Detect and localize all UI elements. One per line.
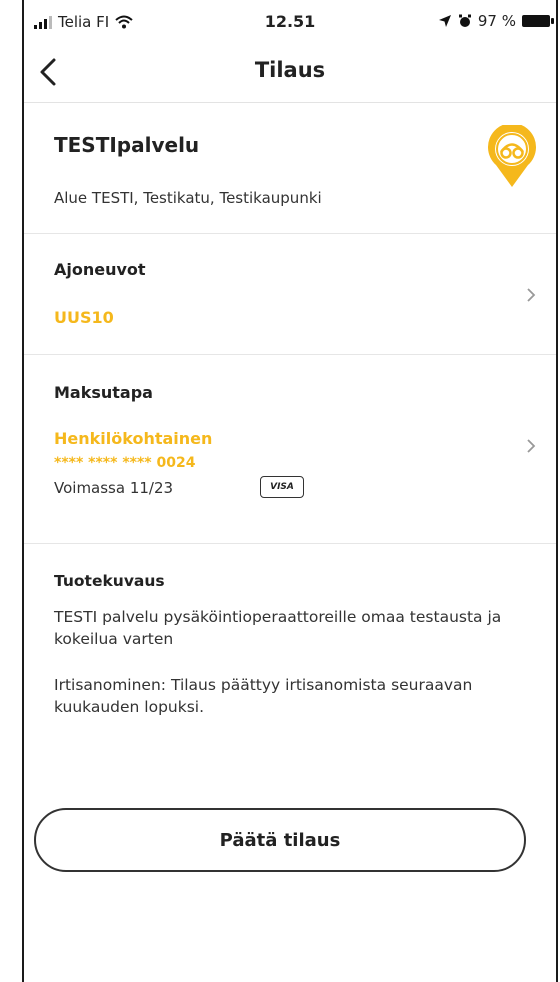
vehicles-title: Ajoneuvot xyxy=(54,260,146,279)
operator-logo-icon xyxy=(488,125,536,187)
visa-logo: VISA xyxy=(260,476,304,498)
payment-type: Henkilökohtainen xyxy=(54,429,213,448)
termination-text: Irtisanominen: Tilaus päättyy irtisanomi… xyxy=(54,676,473,716)
vehicles-row[interactable]: Ajoneuvot UUS10 xyxy=(24,234,556,355)
status-right: 97 % xyxy=(438,12,554,30)
chevron-right-icon xyxy=(527,439,536,453)
vehicle-plate: UUS10 xyxy=(54,308,114,327)
card-validity: Voimassa 11/23 xyxy=(54,479,174,497)
status-bar: Telia FI 12.51 97 % xyxy=(24,0,556,44)
service-name: TESTIpalvelu xyxy=(54,133,200,157)
battery-percent: 97 % xyxy=(477,12,516,30)
description-text: TESTI palvelu pysäköintioperaattoreille … xyxy=(54,608,502,648)
payment-row[interactable]: Maksutapa Henkilökohtainen **** **** ***… xyxy=(24,355,556,544)
end-subscription-button[interactable]: Päätä tilaus xyxy=(34,808,526,872)
card-number: **** **** **** 0024 xyxy=(54,455,196,471)
service-section: TESTIpalvelu Alue TESTI, Testikatu, Test… xyxy=(24,103,556,234)
location-arrow-icon xyxy=(438,15,451,27)
navigation-bar: Tilaus xyxy=(24,44,556,103)
battery-icon xyxy=(522,15,554,27)
page-title: Tilaus xyxy=(254,58,326,82)
chevron-right-icon xyxy=(527,288,536,302)
service-area: Alue TESTI, Testikatu, Testikaupunki xyxy=(54,189,322,207)
payment-title: Maksutapa xyxy=(54,383,153,402)
description-title: Tuotekuvaus xyxy=(54,572,165,590)
app-screen: Telia FI 12.51 97 % Tilaus TESTIpalvelu … xyxy=(22,0,558,982)
alarm-icon xyxy=(458,14,471,27)
